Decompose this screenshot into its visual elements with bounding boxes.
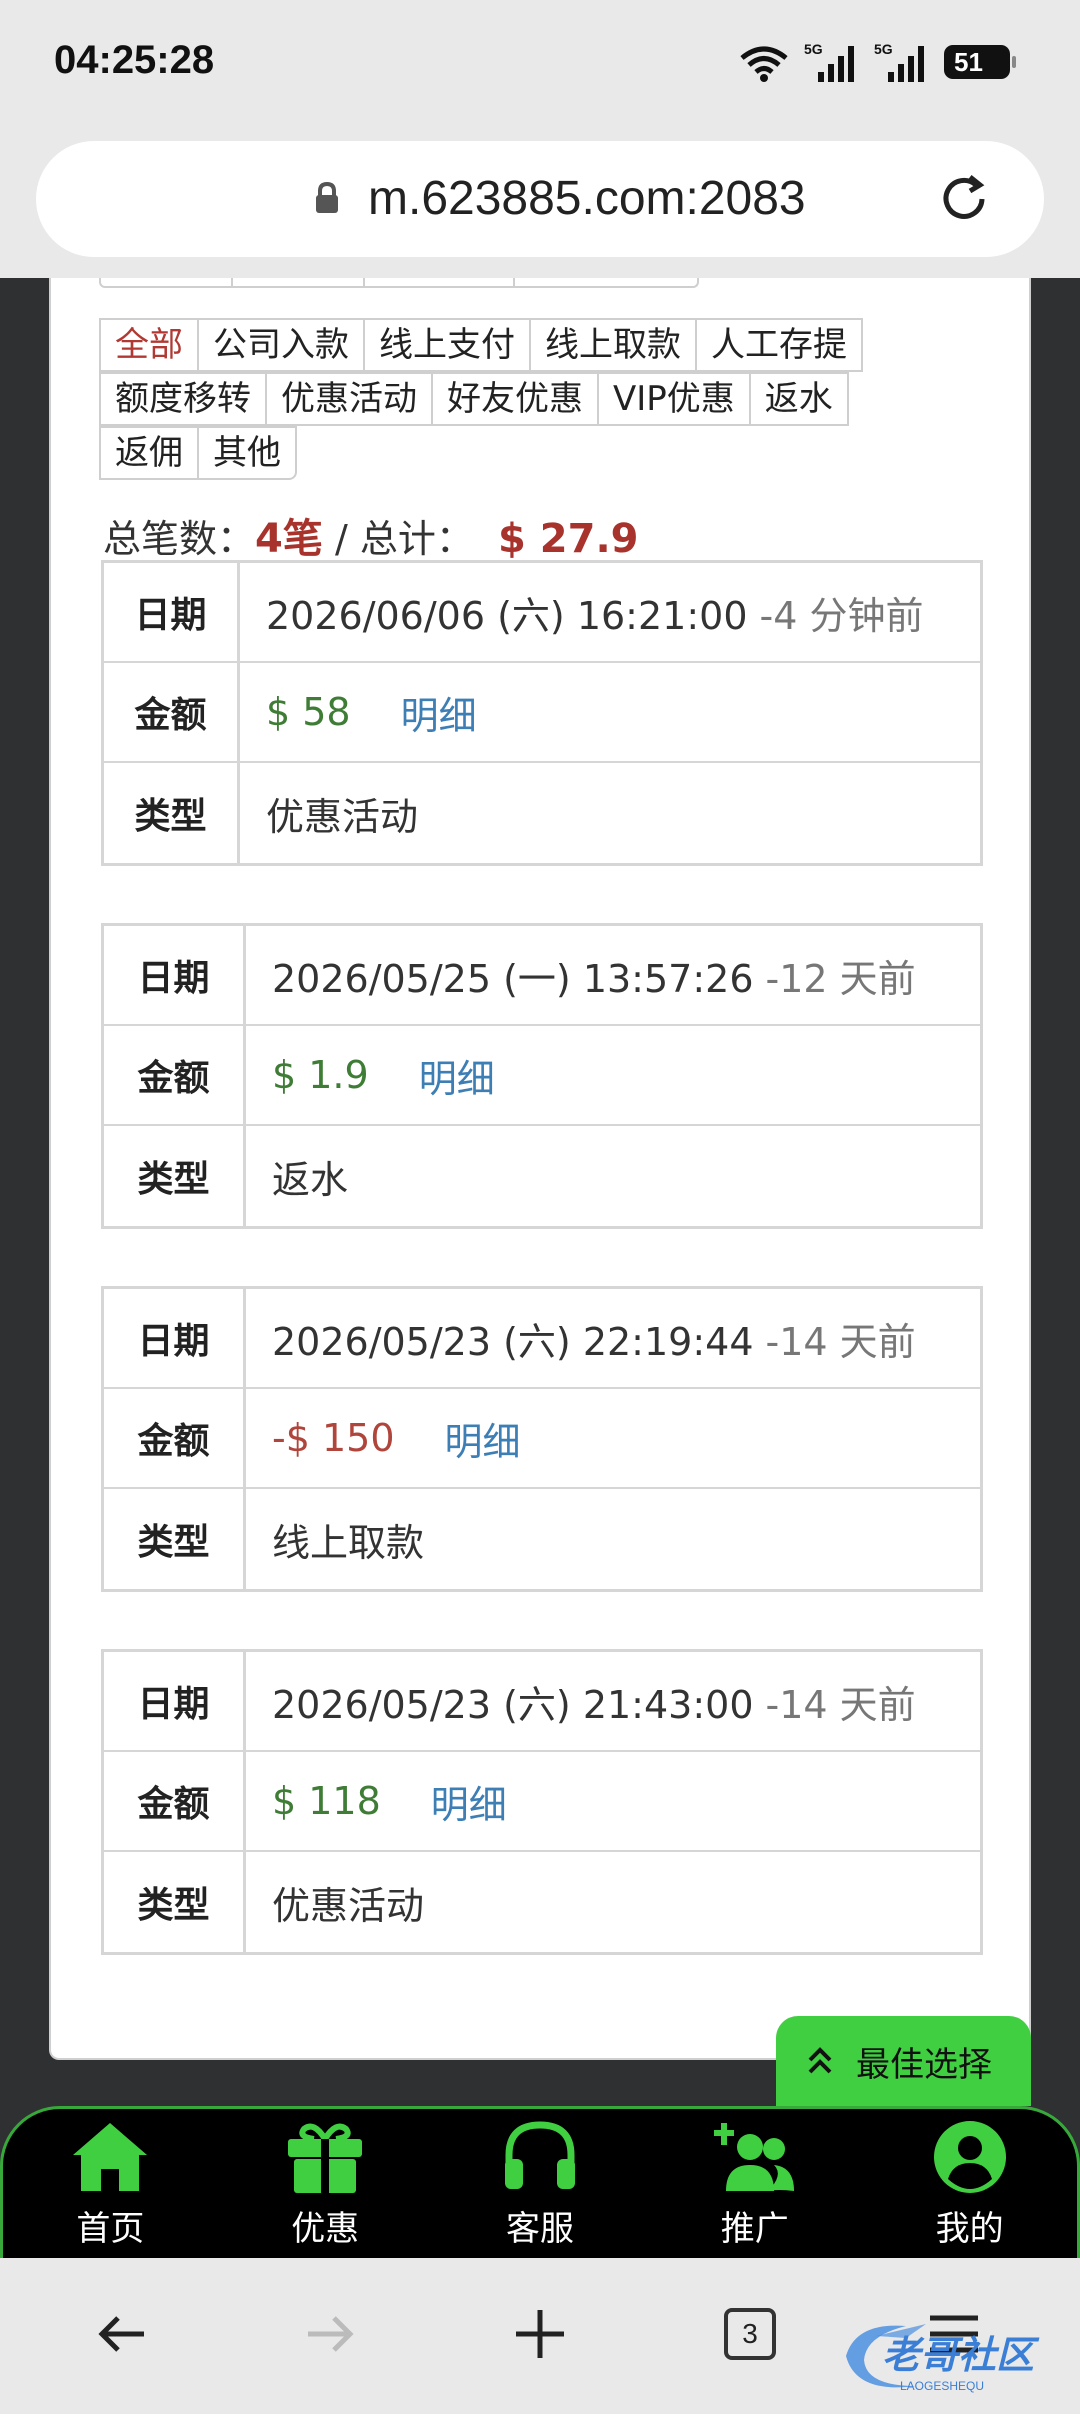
total-label: 总计： bbox=[359, 517, 474, 561]
filter-tab-online-withdraw[interactable]: 线上取款 bbox=[529, 318, 697, 372]
detail-link[interactable]: 明细 bbox=[401, 685, 477, 740]
record-amount: $ 1.9 bbox=[272, 1053, 369, 1097]
bottom-nav: 首页 优惠 客服 推广 我的 bbox=[0, 2106, 1080, 2258]
record-amount: $ 58 bbox=[266, 690, 351, 734]
new-tab-icon[interactable] bbox=[510, 2304, 570, 2364]
record-card: 日期 2026/05/25 (一) 13:57:26 -12 天前 金额 $ 1.… bbox=[101, 923, 983, 1229]
nav-label: 我的 bbox=[935, 2209, 1004, 2249]
filter-tab-other[interactable]: 其他 bbox=[197, 426, 297, 480]
record-type: 优惠活动 bbox=[272, 1883, 425, 1928]
profile-icon bbox=[933, 2121, 1006, 2193]
gift-icon bbox=[288, 2123, 363, 2193]
date-label: 日期 bbox=[104, 563, 240, 661]
record-type: 优惠活动 bbox=[266, 794, 419, 839]
summary-line: 总笔数：4笔 / 总计： $ 27.9 bbox=[103, 506, 638, 564]
total-value: $ 27.9 bbox=[498, 516, 639, 562]
best-choice-label: 最佳选择 bbox=[856, 2044, 992, 2085]
add-user-icon bbox=[713, 2123, 794, 2191]
filter-tab-friend-bonus[interactable]: 好友优惠 bbox=[431, 372, 599, 426]
svg-text:老哥社区: 老哥社区 bbox=[882, 2333, 1040, 2377]
record-date: 2026/06/06 (六) 16:21:00 bbox=[266, 593, 748, 638]
summary-separator: / bbox=[322, 517, 360, 561]
nav-support[interactable]: 客服 bbox=[433, 2109, 648, 2258]
filter-tab-commission[interactable]: 返佣 bbox=[99, 426, 199, 480]
forward-arrow-icon[interactable] bbox=[300, 2304, 360, 2364]
record-date: 2026/05/23 (六) 21:43:00 bbox=[272, 1682, 754, 1727]
amount-label: 金额 bbox=[104, 663, 240, 761]
filter-tab-manual[interactable]: 人工存提 bbox=[695, 318, 863, 372]
svg-text:LAOGESHEQU: LAOGESHEQU bbox=[900, 2379, 984, 2393]
date-label: 日期 bbox=[104, 926, 246, 1024]
nav-promotions[interactable]: 优惠 bbox=[218, 2109, 433, 2258]
record-type: 线上取款 bbox=[272, 1520, 425, 1565]
signal-5g-icon: 5G bbox=[874, 41, 924, 82]
status-bar: 04:25:28 5G 5G 51 bbox=[0, 0, 1080, 130]
record-date: 2026/05/25 (一) 13:57:26 bbox=[272, 956, 754, 1001]
record-date: 2026/05/23 (六) 22:19:44 bbox=[272, 1319, 754, 1364]
nav-label: 首页 bbox=[76, 2209, 145, 2249]
record-ago: -14 天前 bbox=[765, 1682, 916, 1727]
record-type: 返水 bbox=[272, 1157, 349, 1202]
detail-link[interactable]: 明细 bbox=[445, 1411, 521, 1466]
nav-label: 推广 bbox=[720, 2209, 789, 2249]
record-ago: -4 分钟前 bbox=[759, 593, 924, 638]
records-panel: 全部 公司入款 线上支付 线上取款 人工存提 额度移转 优惠活动 好友优惠 VI… bbox=[49, 278, 1031, 2060]
back-arrow-icon[interactable] bbox=[92, 2304, 152, 2364]
tab-count-button[interactable]: 3 bbox=[724, 2308, 776, 2360]
detail-link[interactable]: 明细 bbox=[431, 1774, 507, 1829]
detail-link[interactable]: 明细 bbox=[419, 1048, 495, 1103]
type-label: 类型 bbox=[104, 1126, 246, 1226]
record-card: 日期 2026/06/06 (六) 16:21:00 -4 分钟前 金额 $ 58… bbox=[101, 560, 983, 866]
record-amount: $ 118 bbox=[272, 1779, 381, 1823]
count-label: 总笔数： bbox=[103, 517, 256, 561]
nav-profile[interactable]: 我的 bbox=[862, 2109, 1077, 2258]
svg-text:5G: 5G bbox=[804, 41, 823, 57]
battery-icon: 51 bbox=[944, 45, 1016, 79]
date-label: 日期 bbox=[104, 1652, 246, 1750]
record-card: 日期 2026/05/23 (六) 21:43:00 -14 天前 金额 $ 11… bbox=[101, 1649, 983, 1955]
type-label: 类型 bbox=[104, 763, 240, 863]
home-icon bbox=[73, 2123, 148, 2191]
filter-tab-rebate[interactable]: 返水 bbox=[748, 372, 849, 426]
watermark-logo: 老哥社区 LAOGESHEQU bbox=[846, 2324, 1040, 2393]
url-text[interactable]: m.623885.com:2083 bbox=[368, 171, 806, 226]
record-amount: -$ 150 bbox=[272, 1416, 395, 1460]
nav-label: 客服 bbox=[505, 2209, 574, 2249]
best-choice-button[interactable]: 最佳选择 bbox=[776, 2016, 1031, 2106]
reload-icon[interactable] bbox=[934, 169, 994, 229]
amount-label: 金额 bbox=[104, 1026, 246, 1124]
filter-tab-vip-bonus[interactable]: VIP优惠 bbox=[597, 372, 751, 426]
filter-tab-company-deposit[interactable]: 公司入款 bbox=[197, 318, 365, 372]
svg-text:5G: 5G bbox=[874, 41, 893, 57]
lock-icon bbox=[316, 181, 338, 213]
filter-tab-all[interactable]: 全部 bbox=[99, 318, 199, 372]
count-value: 4笔 bbox=[255, 516, 323, 562]
wifi-icon bbox=[740, 46, 788, 82]
amount-label: 金额 bbox=[104, 1752, 246, 1850]
status-icons: 5G 5G 51 bbox=[738, 40, 1016, 84]
date-label: 日期 bbox=[104, 1289, 246, 1387]
filter-tab-promotion[interactable]: 优惠活动 bbox=[265, 372, 433, 426]
status-time: 04:25:28 bbox=[54, 38, 215, 82]
record-ago: -14 天前 bbox=[765, 1319, 916, 1364]
signal-5g-icon: 5G bbox=[804, 41, 854, 82]
clipped-tab-row bbox=[99, 278, 699, 288]
filter-tab-transfer[interactable]: 额度移转 bbox=[99, 372, 267, 426]
record-ago: -12 天前 bbox=[765, 956, 916, 1001]
nav-referral[interactable]: 推广 bbox=[647, 2109, 862, 2258]
browser-top-chrome: 04:25:28 5G 5G 51 m.623885.com:2083 bbox=[0, 0, 1080, 278]
headset-icon bbox=[504, 2121, 575, 2189]
type-label: 类型 bbox=[104, 1489, 246, 1589]
record-card: 日期 2026/05/23 (六) 22:19:44 -14 天前 金额 -$ 1… bbox=[101, 1286, 983, 1592]
nav-label: 优惠 bbox=[291, 2209, 360, 2249]
address-bar[interactable]: m.623885.com:2083 bbox=[36, 141, 1044, 257]
filter-tabs: 全部 公司入款 线上支付 线上取款 人工存提 额度移转 优惠活动 好友优惠 VI… bbox=[99, 318, 999, 480]
filter-tab-online-payment[interactable]: 线上支付 bbox=[363, 318, 531, 372]
amount-label: 金额 bbox=[104, 1389, 246, 1487]
double-chevron-up-icon bbox=[808, 2047, 832, 2074]
nav-home[interactable]: 首页 bbox=[3, 2109, 218, 2258]
type-label: 类型 bbox=[104, 1852, 246, 1952]
